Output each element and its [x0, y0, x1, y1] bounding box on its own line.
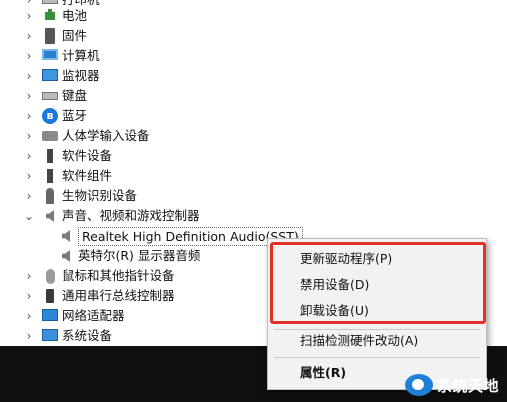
chevron-right-icon[interactable]: ›: [22, 266, 36, 286]
software-component-icon: [47, 169, 53, 183]
chevron-right-icon[interactable]: ›: [22, 326, 36, 346]
biometric-icon: [46, 188, 54, 204]
tree-item-firmware[interactable]: › 固件: [22, 26, 87, 46]
usb-icon: [46, 289, 54, 303]
computer-icon: [42, 48, 58, 60]
tree-item-label: 软件组件: [62, 168, 113, 183]
tree-item-label: 英特尔(R) 显示器音频: [78, 248, 201, 263]
chevron-right-icon[interactable]: ›: [22, 286, 36, 306]
tree-item-label: 网络适配器: [62, 308, 125, 323]
chevron-right-icon[interactable]: ›: [22, 126, 36, 146]
tree-item-label: 鼠标和其他指针设备: [62, 268, 175, 283]
tree-item-label: 蓝牙: [62, 108, 88, 123]
bluetooth-icon: ʙ: [42, 108, 58, 124]
mouse-icon: [46, 268, 55, 284]
tree-item-battery[interactable]: › 电池: [22, 6, 87, 26]
tree-item-biometric[interactable]: › 生物识别设备: [22, 186, 137, 206]
network-icon: [42, 309, 58, 321]
software-device-icon: [47, 149, 53, 163]
chevron-right-icon[interactable]: ›: [22, 86, 36, 106]
watermark-logo-icon: [405, 374, 433, 396]
menu-separator: [274, 357, 480, 358]
chevron-right-icon[interactable]: ›: [22, 166, 36, 186]
tree-item-label: 监视器: [62, 68, 100, 83]
speaker-icon: [62, 230, 70, 242]
watermark-text: 系统天地: [437, 376, 500, 395]
chevron-right-icon[interactable]: ›: [22, 46, 36, 66]
tree-item-keyboards[interactable]: › 键盘: [22, 86, 87, 106]
tree-item-sound-video-game[interactable]: ⌄ 声音、视频和游戏控制器: [22, 206, 200, 226]
tree-item-label: 计算机: [62, 48, 100, 63]
battery-icon: [42, 8, 58, 24]
tree-item-intel-display-audio[interactable]: 英特尔(R) 显示器音频: [52, 246, 200, 266]
chevron-right-icon[interactable]: ›: [22, 186, 36, 206]
printer-icon: [42, 0, 58, 4]
system-icon: [42, 329, 58, 341]
tree-item-computer[interactable]: › 计算机: [22, 46, 100, 66]
tree-item-label: 电池: [62, 8, 88, 23]
tree-item-label: 软件设备: [62, 148, 113, 163]
chevron-right-icon[interactable]: ›: [22, 306, 36, 326]
tree-item-realtek-audio[interactable]: Realtek High Definition Audio(SST): [52, 226, 303, 246]
tree-item-label: 生物识别设备: [62, 188, 138, 203]
tree-item-usb-controllers[interactable]: › 通用串行总线控制器: [22, 286, 175, 306]
chevron-right-icon[interactable]: ›: [22, 26, 36, 46]
tree-item-bluetooth[interactable]: › ʙ 蓝牙: [22, 106, 87, 126]
keyboard-icon: [42, 92, 58, 100]
firmware-icon: [45, 28, 55, 44]
tree-item-label: 人体学输入设备: [62, 128, 150, 143]
menu-item-scan-hardware[interactable]: 扫描检测硬件改动(A): [268, 328, 486, 354]
speaker-icon: [46, 210, 54, 222]
tree-item-mice[interactable]: › 鼠标和其他指针设备: [22, 266, 175, 286]
tree-item-label: 固件: [62, 28, 88, 43]
monitor-icon: [42, 68, 58, 81]
speaker-icon: [62, 250, 70, 262]
tree-item-label: 声音、视频和游戏控制器: [62, 208, 200, 223]
tree-item-system-devices[interactable]: › 系统设备: [22, 326, 112, 346]
tree-item-monitors[interactable]: › 监视器: [22, 66, 100, 86]
chevron-down-icon[interactable]: ⌄: [22, 206, 36, 226]
tree-item-software-components[interactable]: › 软件组件: [22, 166, 112, 186]
watermark: 系统天地: [405, 374, 499, 396]
tree-item-hid[interactable]: › 人体学输入设备: [22, 126, 150, 146]
highlight-annotation: [270, 242, 486, 324]
tree-item-label: 通用串行总线控制器: [62, 288, 175, 303]
hid-icon: [42, 131, 58, 141]
chevron-right-icon[interactable]: ›: [22, 66, 36, 86]
chevron-right-icon[interactable]: ›: [22, 106, 36, 126]
tree-item-software-devices[interactable]: › 软件设备: [22, 146, 112, 166]
tree-item-network-adapters[interactable]: › 网络适配器: [22, 306, 125, 326]
tree-item-label: 系统设备: [62, 328, 113, 343]
tree-item-label: 键盘: [62, 88, 88, 103]
chevron-right-icon[interactable]: ›: [22, 6, 36, 26]
chevron-right-icon[interactable]: ›: [22, 146, 36, 166]
